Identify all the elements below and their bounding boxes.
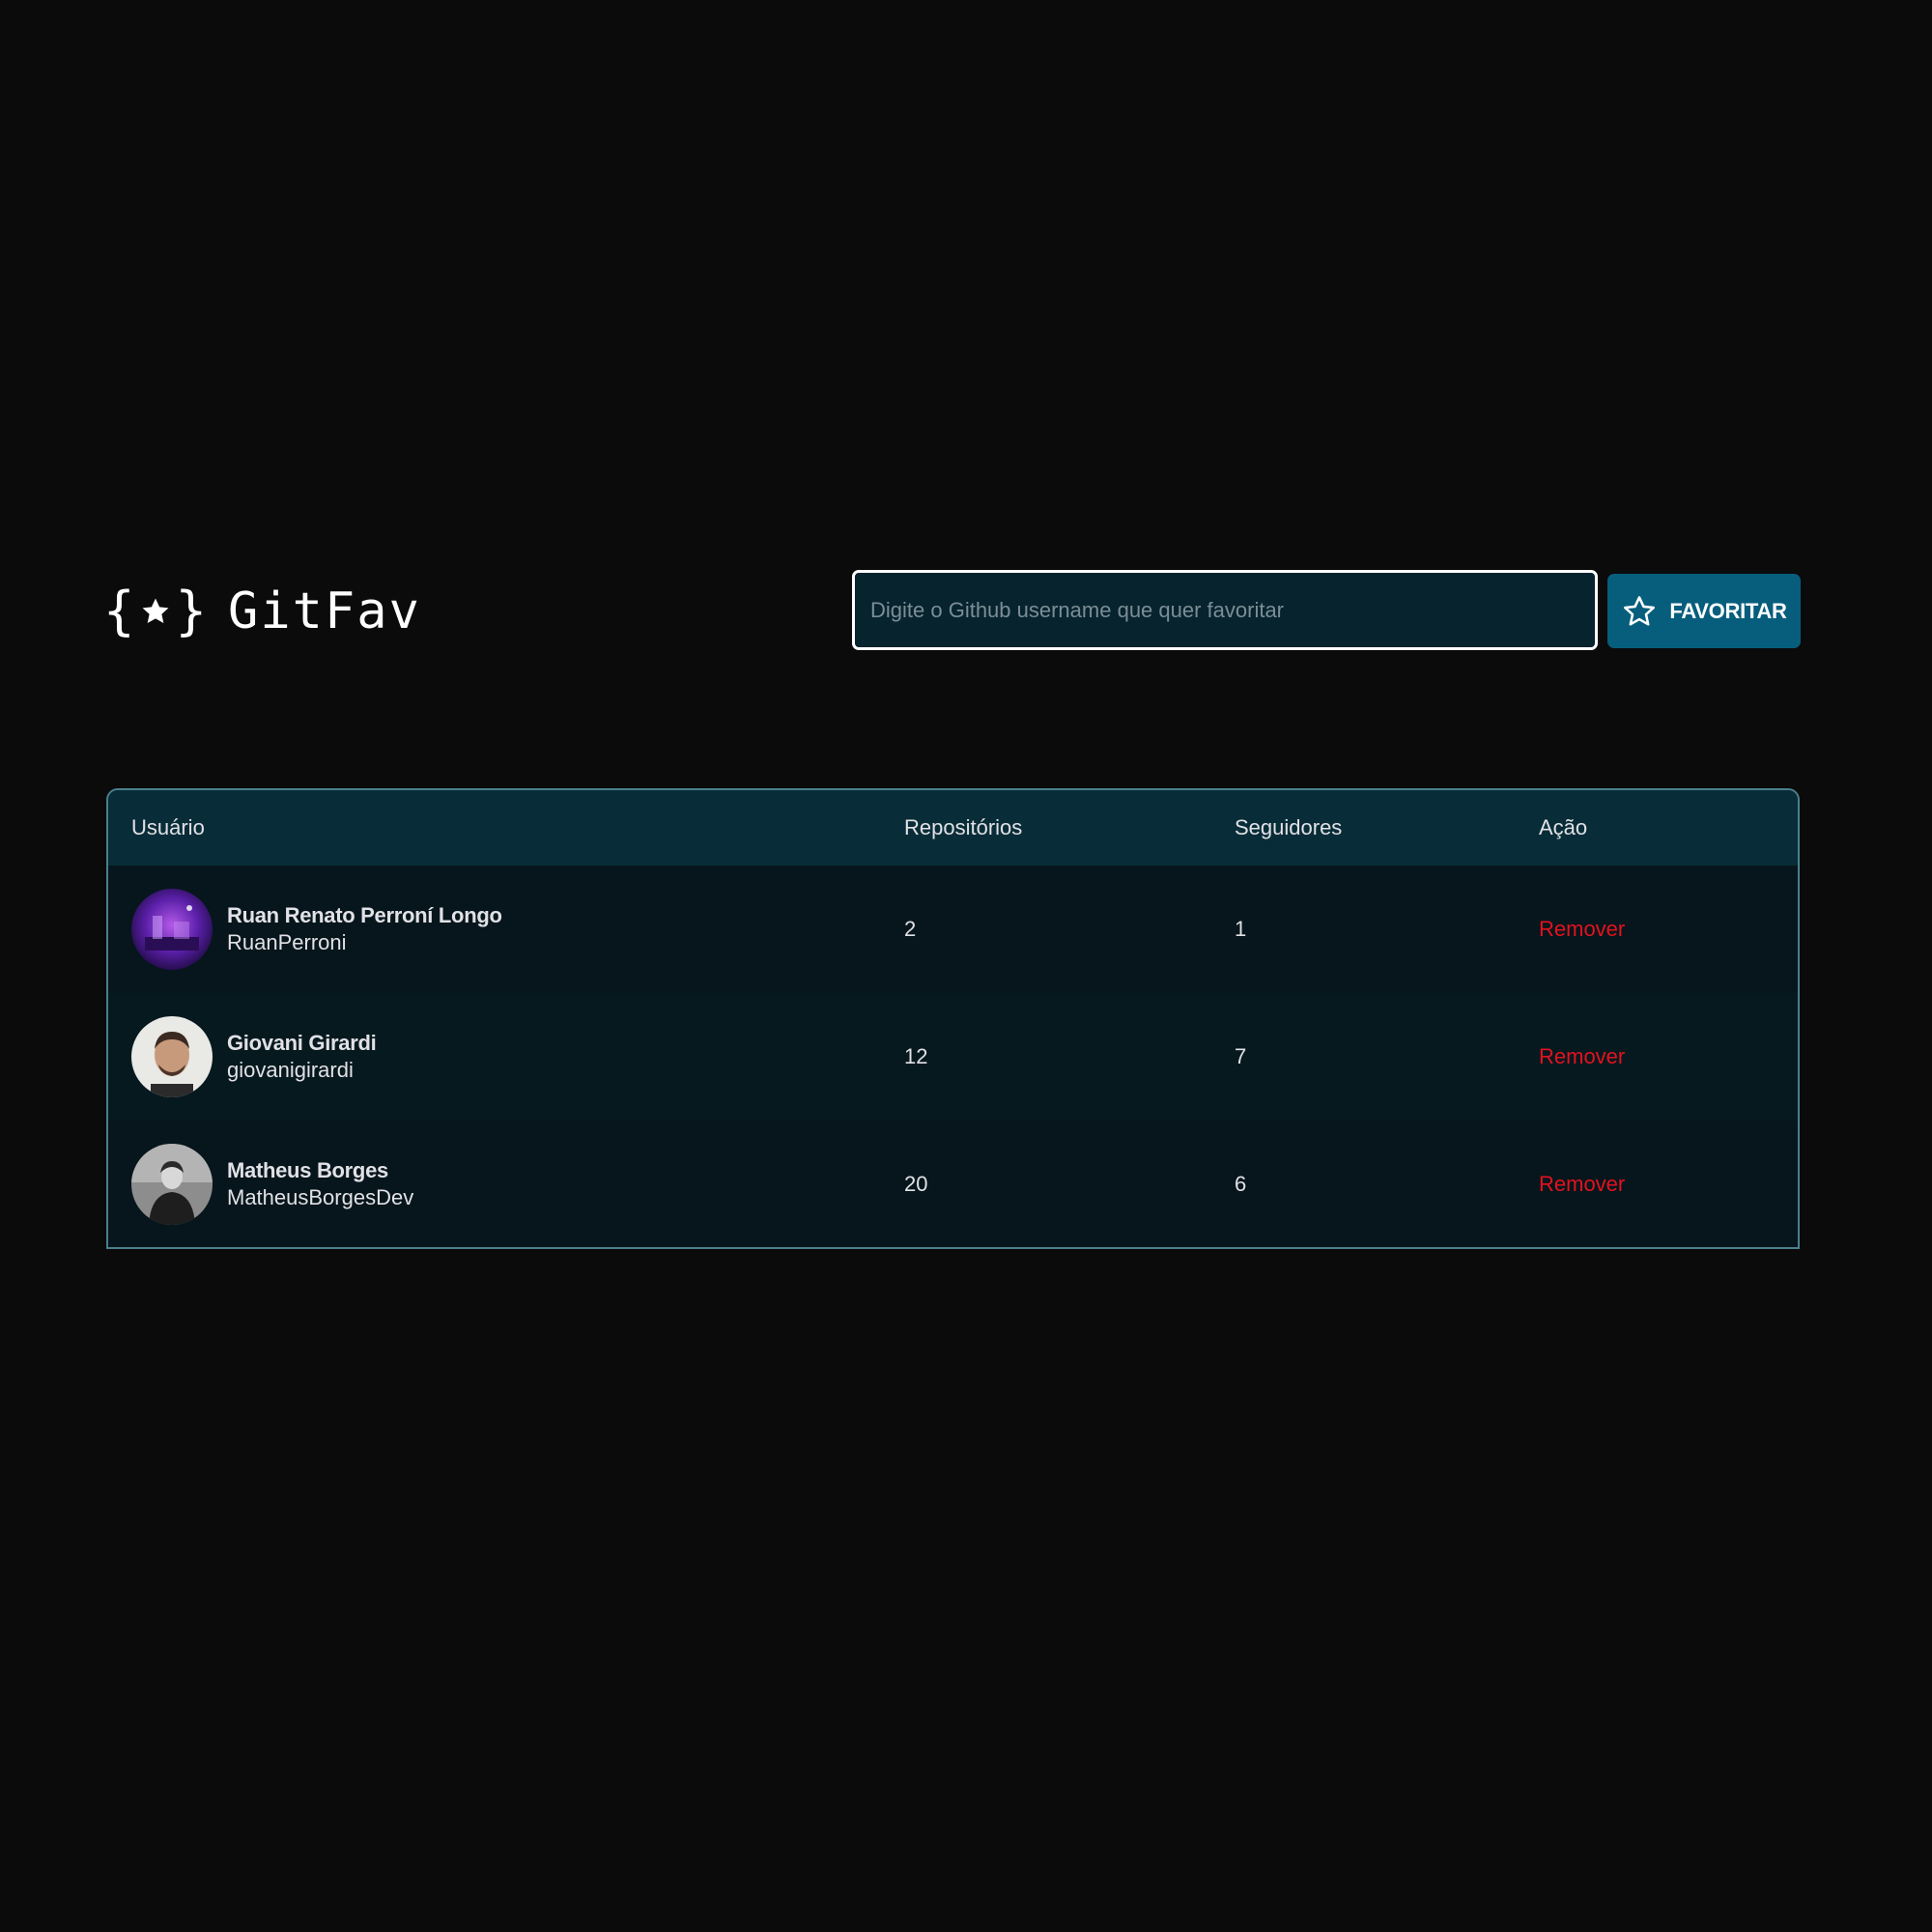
avatar[interactable]	[131, 1144, 213, 1225]
user-info: Ruan Renato Perroní Longo RuanPerroni	[131, 889, 904, 970]
star-outline-icon	[1621, 593, 1658, 630]
table-row: Ruan Renato Perroní Longo RuanPerroni 2 …	[108, 866, 1798, 993]
repositories-count: 2	[904, 917, 917, 941]
remove-button[interactable]: Remover	[1539, 1172, 1625, 1197]
user-login: RuanPerroni	[227, 930, 347, 954]
search-input[interactable]	[852, 570, 1598, 650]
avatar[interactable]	[131, 1016, 213, 1097]
user-login: giovanigirardi	[227, 1058, 354, 1082]
user-text: Giovani Girardi giovanigirardi	[227, 1030, 377, 1084]
header-followers: Seguidores	[1235, 815, 1343, 839]
user-cell: Ruan Renato Perroní Longo RuanPerroni	[108, 866, 904, 993]
user-name: Ruan Renato Perroní Longo	[227, 903, 502, 927]
table-header-row: Usuário Repositórios Seguidores Ação	[108, 790, 1798, 866]
user-name: Giovani Girardi	[227, 1031, 377, 1055]
table-row: Giovani Girardi giovanigirardi 12 7 Remo…	[108, 993, 1798, 1121]
header-repositories: Repositórios	[904, 815, 1023, 839]
user-cell: Giovani Girardi giovanigirardi	[108, 993, 904, 1121]
avatar[interactable]	[131, 889, 213, 970]
user-cell: Matheus Borges MatheusBorgesDev	[108, 1121, 904, 1247]
user-text: Ruan Renato Perroní Longo RuanPerroni	[227, 902, 502, 956]
user-name: Matheus Borges	[227, 1158, 388, 1182]
table-row: Matheus Borges MatheusBorgesDev 20 6 Rem…	[108, 1121, 1798, 1247]
favorite-button[interactable]: FAVORITAR	[1607, 574, 1801, 648]
header-action: Ação	[1539, 815, 1588, 839]
favorite-button-label: FAVORITAR	[1669, 598, 1787, 623]
followers-count: 6	[1235, 1172, 1247, 1196]
app-title: GitFav	[228, 582, 421, 640]
user-info: Matheus Borges MatheusBorgesDev	[131, 1144, 904, 1225]
repositories-count: 12	[904, 1044, 928, 1068]
app-logo: { } GitFav	[103, 578, 421, 645]
page: { } GitFav FAVORITAR Usuário Repositório…	[0, 0, 1932, 1932]
action-cell: Remover	[1539, 993, 1798, 1121]
followers-count: 7	[1235, 1044, 1247, 1068]
logo-brace-close: }	[175, 581, 208, 641]
repositories-count: 20	[904, 1172, 928, 1196]
user-login: MatheusBorgesDev	[227, 1185, 414, 1209]
action-cell: Remover	[1539, 1121, 1798, 1247]
star-icon	[139, 595, 172, 628]
remove-button[interactable]: Remover	[1539, 917, 1625, 942]
user-text: Matheus Borges MatheusBorgesDev	[227, 1157, 413, 1211]
header-user: Usuário	[131, 815, 205, 839]
action-cell: Remover	[1539, 866, 1798, 993]
followers-count: 1	[1235, 917, 1247, 941]
favorites-table: Usuário Repositórios Seguidores Ação Rua…	[106, 788, 1800, 1249]
logo-brace-open: {	[103, 581, 135, 641]
remove-button[interactable]: Remover	[1539, 1044, 1625, 1069]
user-info: Giovani Girardi giovanigirardi	[131, 1016, 904, 1097]
